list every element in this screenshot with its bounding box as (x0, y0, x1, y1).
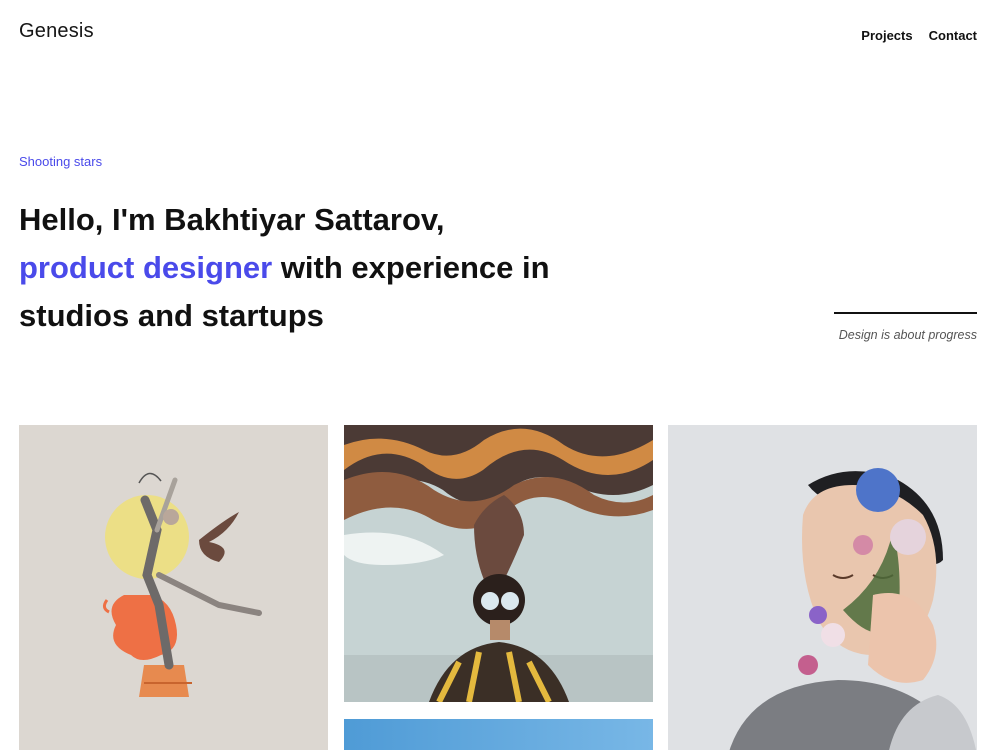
headline-line-2: with experience in (272, 250, 550, 285)
swirling-smoke-portrait-image (344, 425, 653, 702)
gallery-tile-dancer[interactable] (19, 425, 328, 750)
gallery-tile-smoke-portrait[interactable] (344, 425, 653, 702)
motto-divider (834, 312, 977, 314)
nav-projects-link[interactable]: Projects (861, 28, 912, 43)
sky-image (344, 719, 653, 750)
motto-text: Design is about progress (838, 328, 977, 342)
gallery-tile-sky[interactable] (344, 719, 653, 750)
nav-contact-link[interactable]: Contact (929, 28, 977, 43)
headline-line-1: Hello, I'm Bakhtiyar Sattarov, (19, 202, 445, 237)
dancer-collage-image (19, 425, 328, 750)
headline-line-3: studios and startups (19, 298, 324, 333)
flower-face-portrait-image (668, 425, 977, 750)
hero-headline: Hello, I'm Bakhtiyar Sattarov, product d… (19, 196, 619, 340)
headline-accent: product designer (19, 250, 273, 285)
top-nav: Projects Contact (861, 28, 977, 43)
gallery-tile-flower-portrait[interactable] (668, 425, 977, 750)
hero-eyebrow: Shooting stars (19, 154, 103, 169)
brand-logo[interactable]: Genesis (19, 20, 94, 43)
